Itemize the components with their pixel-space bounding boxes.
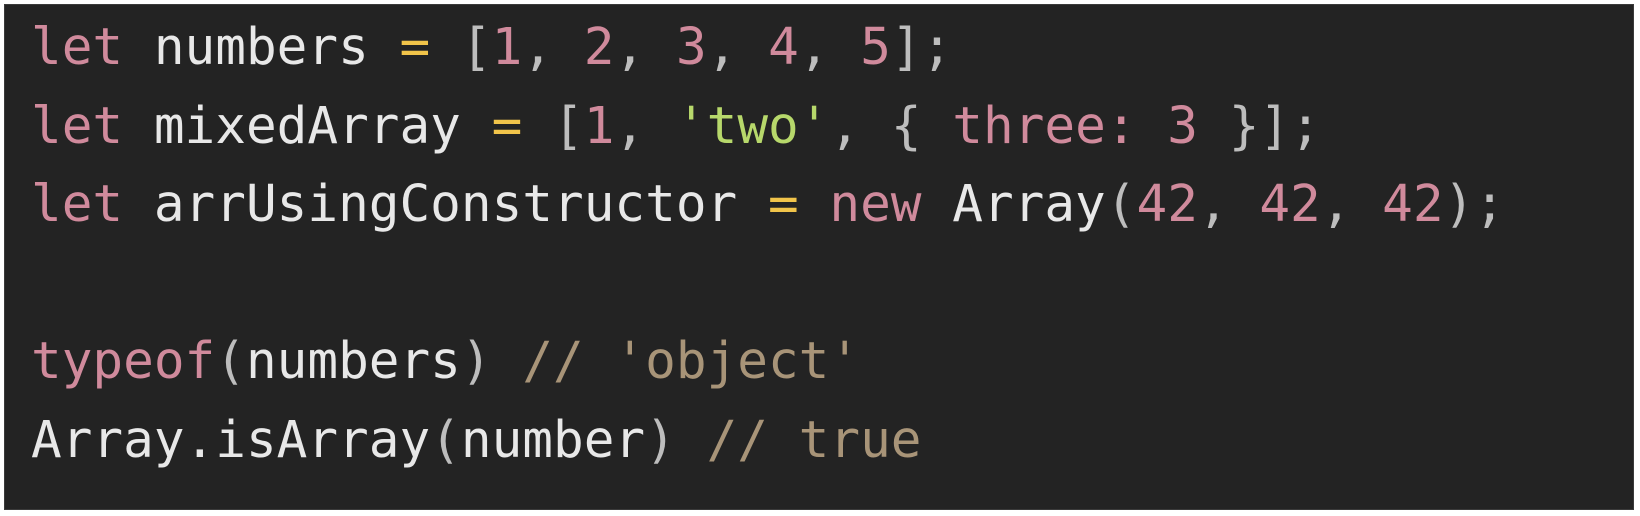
keyword-typeof: typeof: [31, 332, 216, 391]
number-literal: 5: [860, 18, 891, 77]
code-block: let numbers = [1, 2, 3, 4, 5]; let mixedA…: [31, 9, 1505, 480]
bracket-open: [: [553, 96, 584, 156]
method-name: .isArray: [184, 410, 431, 470]
number-literal: 3: [675, 18, 707, 77]
paren-open: (: [430, 410, 461, 470]
number-literal: 42: [1259, 175, 1321, 234]
assign-operator: =: [767, 175, 799, 234]
bracket-open: [: [460, 18, 492, 77]
number-literal: 1: [583, 96, 615, 156]
code-line-5: typeof(numbers) // 'object': [31, 323, 1505, 402]
keyword-let: let: [31, 175, 124, 234]
argument-name: number: [460, 410, 646, 470]
assign-operator: =: [491, 96, 523, 156]
number-literal: 1: [491, 18, 523, 77]
keyword-let: let: [31, 96, 124, 156]
assign-operator: =: [399, 18, 431, 77]
brace-open: {: [890, 96, 922, 156]
code-comment: // true: [706, 410, 922, 470]
bracket-close: ];: [1259, 96, 1321, 156]
code-line-3: let arrUsingConstructor = new Array(42, …: [31, 175, 1506, 234]
paren-close: ): [460, 332, 492, 391]
number-literal: 4: [768, 18, 799, 77]
bracket-close: ];: [890, 18, 953, 77]
number-literal: 2: [583, 18, 615, 77]
paren-open: (: [1105, 175, 1137, 234]
brace-close: }: [1228, 96, 1260, 156]
object-name: Array: [31, 410, 185, 470]
keyword-let: let: [31, 18, 124, 77]
code-editor[interactable]: let numbers = [1, 2, 3, 4, 5]; let mixedA…: [4, 4, 1634, 510]
number-literal: 42: [1136, 175, 1198, 234]
number-literal: 3: [1167, 96, 1198, 156]
variable-name: numbers: [153, 18, 369, 77]
constructor-name: Array: [952, 175, 1106, 234]
code-comment: // 'object': [522, 332, 861, 391]
paren-close: );: [1443, 175, 1506, 234]
object-key: three:: [952, 96, 1137, 156]
code-line-2: let mixedArray = [1, 'two', { three: 3 }…: [31, 96, 1321, 156]
variable-name: mixedArray: [153, 96, 461, 156]
keyword-new: new: [829, 175, 922, 234]
code-line-1: let numbers = [1, 2, 3, 4, 5];: [31, 18, 953, 77]
paren-close: ): [645, 410, 676, 470]
code-line-6: Array.isArray(number) // true: [31, 402, 1505, 481]
number-literal: 42: [1382, 175, 1444, 234]
code-line-4-empty: [31, 245, 1505, 324]
string-literal: 'two': [675, 96, 830, 156]
argument-name: numbers: [245, 332, 461, 391]
paren-open: (: [215, 332, 246, 391]
variable-name: arrUsingConstructor: [153, 175, 738, 234]
